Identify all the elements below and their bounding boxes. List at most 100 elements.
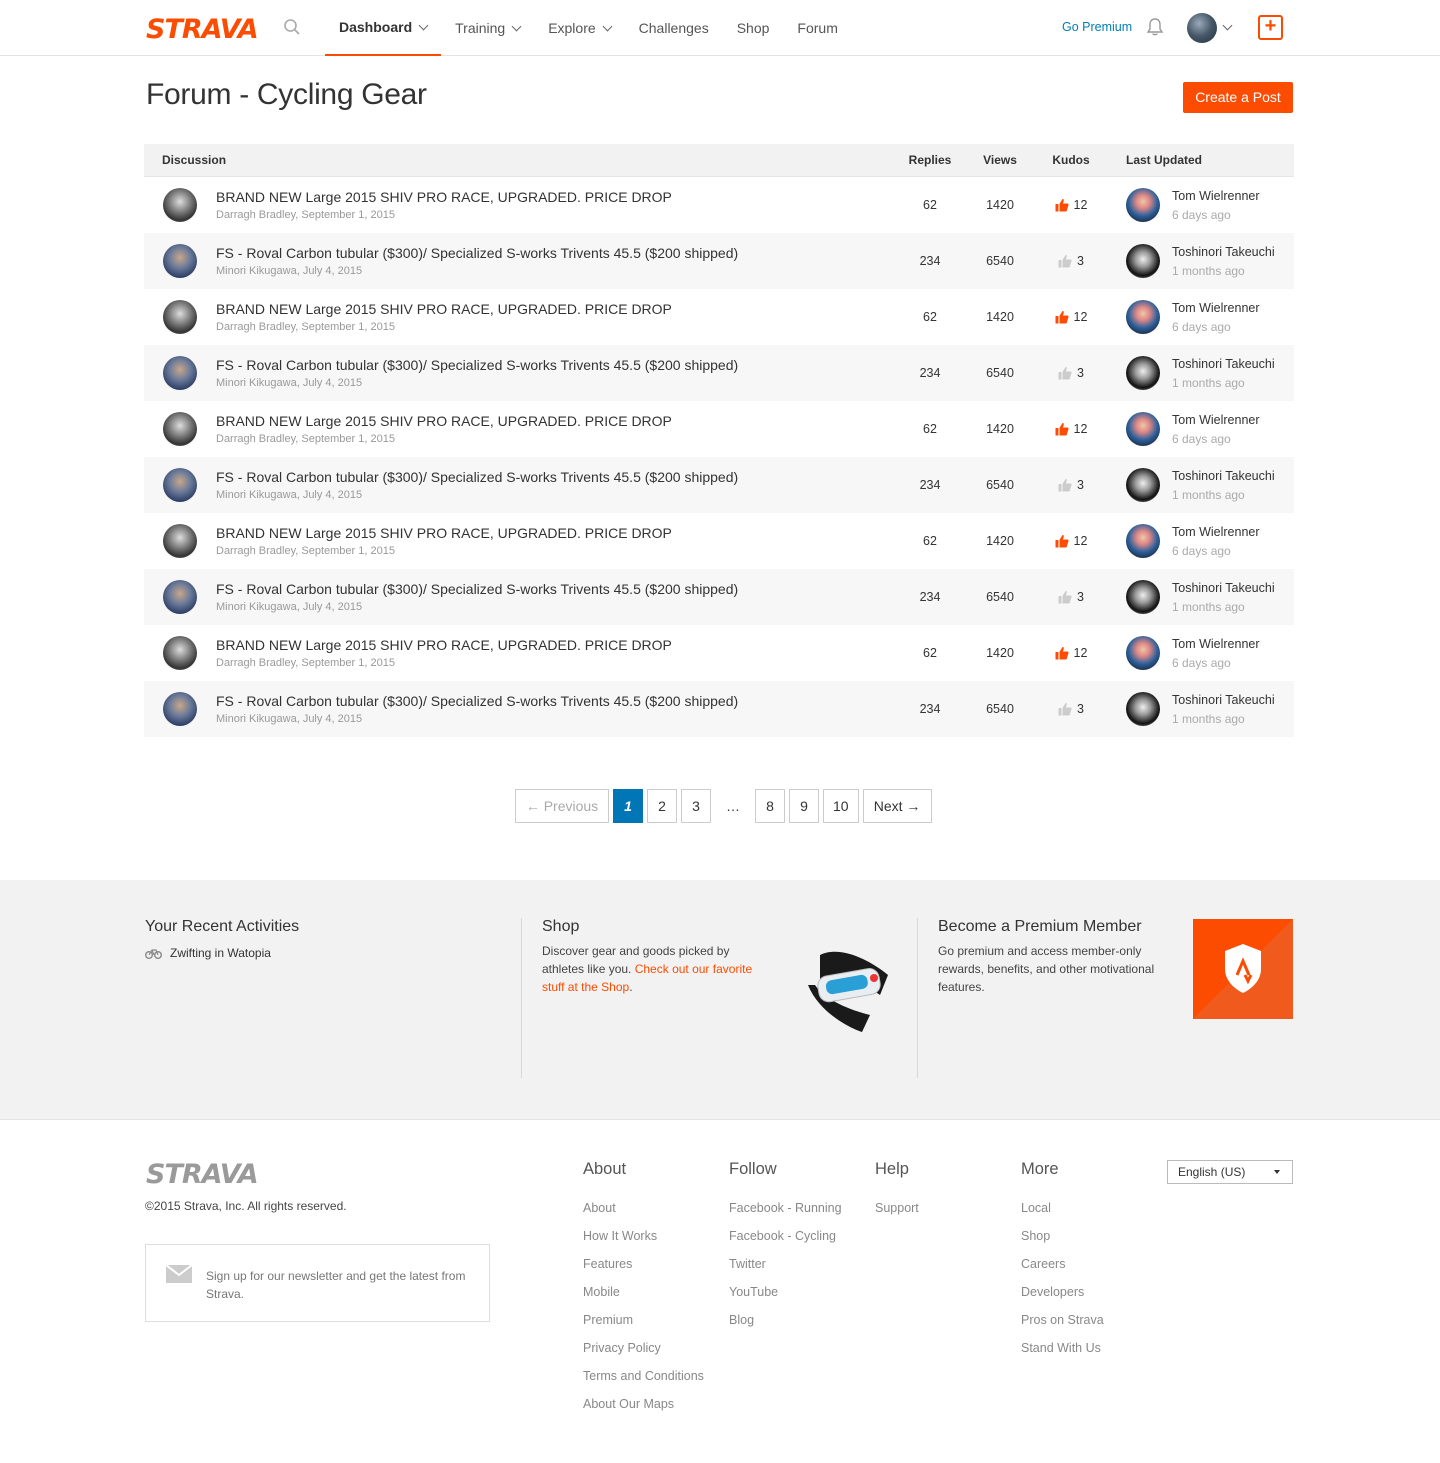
kudos-cell[interactable]: 12 [1036, 422, 1106, 436]
table-row[interactable]: BRAND NEW Large 2015 SHIV PRO RACE, UPGR… [144, 625, 1294, 681]
kudos-cell[interactable]: 3 [1036, 366, 1106, 380]
author-avatar[interactable] [163, 524, 197, 558]
discussion-title-link[interactable]: BRAND NEW Large 2015 SHIV PRO RACE, UPGR… [216, 189, 672, 205]
discussion-title-link[interactable]: BRAND NEW Large 2015 SHIV PRO RACE, UPGR… [216, 301, 672, 317]
last-poster-avatar[interactable] [1126, 636, 1160, 670]
chevron-down-icon[interactable] [1222, 20, 1233, 31]
footer-link-twitter[interactable]: Twitter [729, 1257, 842, 1285]
nav-shop[interactable]: Shop [723, 0, 784, 56]
nav-training[interactable]: Training [441, 0, 534, 56]
header-last-updated[interactable]: Last Updated [1106, 153, 1294, 167]
go-premium-link[interactable]: Go Premium [1062, 20, 1132, 34]
footer-link-features[interactable]: Features [583, 1257, 704, 1285]
last-poster-name[interactable]: Toshinori Takeuchi [1172, 693, 1275, 707]
page-button-3[interactable]: 3 [681, 789, 711, 823]
header-kudos[interactable]: Kudos [1036, 153, 1106, 167]
header-views[interactable]: Views [964, 153, 1036, 167]
footer-link-about-maps[interactable]: About Our Maps [583, 1397, 704, 1425]
footer-strava-logo[interactable]: STRAVA [146, 1159, 259, 1190]
last-poster-name[interactable]: Tom Wielrenner [1172, 301, 1260, 315]
discussion-title-link[interactable]: FS - Roval Carbon tubular ($300)/ Specia… [216, 469, 738, 485]
footer-link-blog[interactable]: Blog [729, 1313, 842, 1341]
last-poster-name[interactable]: Tom Wielrenner [1172, 525, 1260, 539]
author-avatar[interactable] [163, 468, 197, 502]
discussion-title-link[interactable]: FS - Roval Carbon tubular ($300)/ Specia… [216, 581, 738, 597]
footer-link-youtube[interactable]: YouTube [729, 1285, 842, 1313]
author-avatar[interactable] [163, 692, 197, 726]
footer-link-pros[interactable]: Pros on Strava [1021, 1313, 1104, 1341]
header-replies[interactable]: Replies [896, 153, 964, 167]
last-poster-avatar[interactable] [1126, 580, 1160, 614]
last-poster-avatar[interactable] [1126, 356, 1160, 390]
last-poster-name[interactable]: Tom Wielrenner [1172, 637, 1260, 651]
upload-activity-button[interactable]: + [1258, 15, 1283, 40]
last-poster-avatar[interactable] [1126, 412, 1160, 446]
user-avatar[interactable] [1187, 13, 1217, 43]
table-row[interactable]: BRAND NEW Large 2015 SHIV PRO RACE, UPGR… [144, 401, 1294, 457]
author-avatar[interactable] [163, 356, 197, 390]
kudos-cell[interactable]: 12 [1036, 534, 1106, 548]
discussion-title-link[interactable]: BRAND NEW Large 2015 SHIV PRO RACE, UPGR… [216, 637, 672, 653]
recent-activity-item[interactable]: Zwifting in Watopia [145, 946, 495, 960]
page-button-2[interactable]: 2 [647, 789, 677, 823]
footer-link-facebook-cycling[interactable]: Facebook - Cycling [729, 1229, 842, 1257]
next-page-button[interactable]: Next → [862, 789, 932, 823]
discussion-title-link[interactable]: FS - Roval Carbon tubular ($300)/ Specia… [216, 357, 738, 373]
page-button-8[interactable]: 8 [755, 789, 785, 823]
footer-link-developers[interactable]: Developers [1021, 1285, 1104, 1313]
footer-link-stand-with-us[interactable]: Stand With Us [1021, 1341, 1104, 1369]
premium-badge[interactable] [1193, 919, 1293, 1019]
nav-dashboard[interactable]: Dashboard [325, 0, 442, 56]
nav-explore[interactable]: Explore [534, 0, 624, 56]
last-poster-name[interactable]: Toshinori Takeuchi [1172, 357, 1275, 371]
discussion-title-link[interactable]: BRAND NEW Large 2015 SHIV PRO RACE, UPGR… [216, 413, 672, 429]
last-poster-name[interactable]: Toshinori Takeuchi [1172, 245, 1275, 259]
footer-link-about[interactable]: About [583, 1201, 704, 1229]
previous-page-button[interactable]: ← Previous [515, 789, 609, 823]
footer-link-local[interactable]: Local [1021, 1201, 1104, 1229]
kudos-cell[interactable]: 12 [1036, 646, 1106, 660]
table-row[interactable]: BRAND NEW Large 2015 SHIV PRO RACE, UPGR… [144, 513, 1294, 569]
table-row[interactable]: FS - Roval Carbon tubular ($300)/ Specia… [144, 569, 1294, 625]
author-avatar[interactable] [163, 412, 197, 446]
table-row[interactable]: FS - Roval Carbon tubular ($300)/ Specia… [144, 457, 1294, 513]
newsletter-signup[interactable]: Sign up for our newsletter and get the l… [145, 1244, 490, 1322]
language-select[interactable]: English (US) [1167, 1160, 1293, 1184]
nav-challenges[interactable]: Challenges [625, 0, 723, 56]
table-row[interactable]: BRAND NEW Large 2015 SHIV PRO RACE, UPGR… [144, 177, 1294, 233]
notifications-bell-icon[interactable] [1145, 17, 1165, 37]
last-poster-name[interactable]: Toshinori Takeuchi [1172, 581, 1275, 595]
last-poster-avatar[interactable] [1126, 692, 1160, 726]
author-avatar[interactable] [163, 244, 197, 278]
table-row[interactable]: FS - Roval Carbon tubular ($300)/ Specia… [144, 681, 1294, 737]
last-poster-avatar[interactable] [1126, 244, 1160, 278]
kudos-cell[interactable]: 3 [1036, 478, 1106, 492]
last-poster-name[interactable]: Tom Wielrenner [1172, 189, 1260, 203]
table-row[interactable]: FS - Roval Carbon tubular ($300)/ Specia… [144, 233, 1294, 289]
kudos-cell[interactable]: 12 [1036, 310, 1106, 324]
footer-link-careers[interactable]: Careers [1021, 1257, 1104, 1285]
kudos-cell[interactable]: 3 [1036, 254, 1106, 268]
page-button-1[interactable]: 1 [613, 789, 643, 823]
last-poster-avatar[interactable] [1126, 468, 1160, 502]
header-discussion[interactable]: Discussion [144, 153, 896, 167]
create-post-button[interactable]: Create a Post [1183, 82, 1293, 113]
kudos-cell[interactable]: 3 [1036, 702, 1106, 716]
last-poster-avatar[interactable] [1126, 300, 1160, 334]
page-button-10[interactable]: 10 [823, 789, 859, 823]
table-row[interactable]: BRAND NEW Large 2015 SHIV PRO RACE, UPGR… [144, 289, 1294, 345]
author-avatar[interactable] [163, 636, 197, 670]
last-poster-avatar[interactable] [1126, 188, 1160, 222]
footer-link-premium[interactable]: Premium [583, 1313, 704, 1341]
author-avatar[interactable] [163, 300, 197, 334]
footer-link-shop[interactable]: Shop [1021, 1229, 1104, 1257]
footer-link-privacy-policy[interactable]: Privacy Policy [583, 1341, 704, 1369]
last-poster-name[interactable]: Toshinori Takeuchi [1172, 469, 1275, 483]
footer-link-how-it-works[interactable]: How It Works [583, 1229, 704, 1257]
last-poster-name[interactable]: Tom Wielrenner [1172, 413, 1260, 427]
last-poster-avatar[interactable] [1126, 524, 1160, 558]
kudos-cell[interactable]: 12 [1036, 198, 1106, 212]
footer-link-terms[interactable]: Terms and Conditions [583, 1369, 704, 1397]
discussion-title-link[interactable]: FS - Roval Carbon tubular ($300)/ Specia… [216, 693, 738, 709]
footer-link-facebook-running[interactable]: Facebook - Running [729, 1201, 842, 1229]
